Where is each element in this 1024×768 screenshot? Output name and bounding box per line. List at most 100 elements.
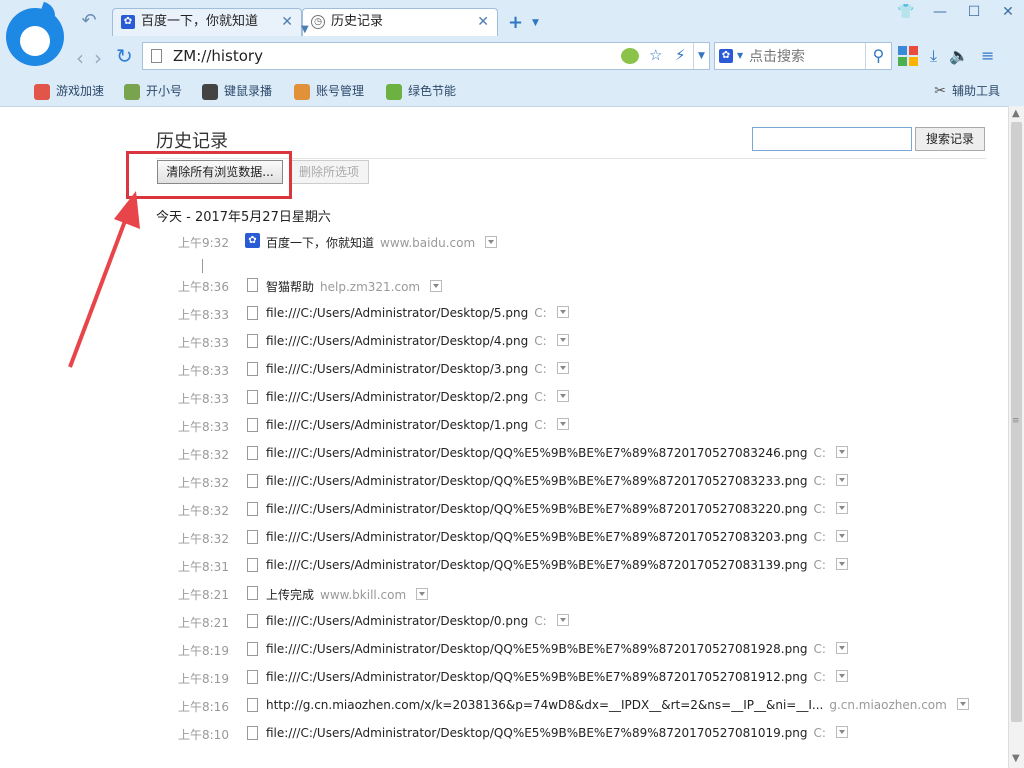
row-menu-dropdown-icon[interactable] [556,614,569,626]
page-title-text[interactable]: file:///C:/Users/Administrator/Desktop/Q… [266,726,807,740]
download-icon[interactable]: ⤓ [930,46,937,66]
history-link[interactable]: file:///C:/Users/Administrator/Desktop/Q… [266,642,848,656]
row-menu-dropdown-icon[interactable] [835,474,848,486]
history-link[interactable]: file:///C:/Users/Administrator/Desktop/1… [266,418,569,432]
history-row: 上午8:33 file:///C:/Users/Administrator/Des… [0,303,1000,325]
search-input[interactable] [749,46,859,66]
address-bar[interactable]: ZM://history ☆ ⚡ ▼ [142,42,710,70]
page-icon [247,530,258,544]
page-title-text[interactable]: file:///C:/Users/Administrator/Desktop/3… [266,362,528,376]
page-title-text[interactable]: file:///C:/Users/Administrator/Desktop/Q… [266,670,807,684]
history-link[interactable]: file:///C:/Users/Administrator/Desktop/3… [266,362,569,376]
maximize-button[interactable]: ☐ [964,4,984,26]
baidu-paw-icon[interactable]: ✿ [719,49,733,63]
page-title-text[interactable]: http://g.cn.miaozhen.com/x/k=2038136&p=7… [266,698,823,712]
page-title-text[interactable]: file:///C:/Users/Administrator/Desktop/Q… [266,558,807,572]
star-icon[interactable]: ☆ [649,46,662,64]
history-link[interactable]: 智猫帮助 help.zm321.com [266,278,443,295]
close-window-button[interactable]: ✕ [998,4,1018,26]
site-host: C: [813,558,826,572]
bookmark-alt-account[interactable]: 开小号 [124,82,182,100]
chevron-down-icon[interactable]: ▼ [532,18,539,28]
row-menu-dropdown-icon[interactable] [835,642,848,654]
history-link[interactable]: file:///C:/Users/Administrator/Desktop/Q… [266,446,848,460]
page-title-text[interactable]: file:///C:/Users/Administrator/Desktop/2… [266,390,528,404]
chevron-down-icon[interactable]: ▼ [693,43,709,69]
page-title-text[interactable]: file:///C:/Users/Administrator/Desktop/1… [266,418,528,432]
page-title-text[interactable]: file:///C:/Users/Administrator/Desktop/0… [266,614,528,628]
bookmark-game-boost[interactable]: 游戏加速 [34,82,104,100]
search-icon[interactable]: ⚲ [865,43,891,69]
skin-icon[interactable]: 👕 [896,4,916,26]
history-row: 上午9:32 ✿ 百度一下，你就知道 www.baidu.com [0,231,1000,253]
visit-time: 上午8:31 [178,560,229,574]
apps-icon[interactable] [898,46,918,66]
page-title-text[interactable]: file:///C:/Users/Administrator/Desktop/Q… [266,642,807,656]
row-menu-dropdown-icon[interactable] [556,334,569,346]
new-tab-button[interactable]: + [508,12,523,33]
page-title-text[interactable]: 智猫帮助 [266,280,314,294]
row-menu-dropdown-icon[interactable] [556,362,569,374]
history-link[interactable]: file:///C:/Users/Administrator/Desktop/Q… [266,530,848,544]
page-title-text[interactable]: file:///C:/Users/Administrator/Desktop/Q… [266,474,807,488]
row-menu-dropdown-icon[interactable] [556,306,569,318]
history-link[interactable]: 百度一下，你就知道 www.baidu.com [266,234,498,251]
page-title-text[interactable]: file:///C:/Users/Administrator/Desktop/4… [266,334,528,348]
bookmark-macro-recorder[interactable]: 键鼠录播 [202,82,272,100]
scroll-up-icon[interactable]: ▲ [1012,108,1020,119]
row-menu-dropdown-icon[interactable] [485,236,498,248]
history-link[interactable]: file:///C:/Users/Administrator/Desktop/2… [266,390,569,404]
bookmark-account-manager[interactable]: 账号管理 [294,82,364,100]
row-menu-dropdown-icon[interactable] [835,530,848,542]
delete-selected-button[interactable]: 删除所选项 [289,160,369,184]
chevron-down-icon[interactable]: ▼ [737,51,743,60]
row-menu-dropdown-icon[interactable] [835,502,848,514]
row-menu-dropdown-icon[interactable] [956,698,969,710]
row-menu-dropdown-icon[interactable] [835,670,848,682]
undo-close-tab-icon[interactable]: ↶ [78,10,100,32]
scrollbar[interactable]: ▲ ≡ ▼ [1008,106,1024,768]
history-link[interactable]: 上传完成 www.bkill.com [266,586,429,603]
close-icon[interactable]: ✕ [477,9,489,35]
history-link[interactable]: file:///C:/Users/Administrator/Desktop/0… [266,614,569,628]
history-link[interactable]: file:///C:/Users/Administrator/Desktop/5… [266,306,569,320]
volume-icon[interactable]: 🔈 [949,46,969,66]
page-title-text[interactable]: file:///C:/Users/Administrator/Desktop/Q… [266,502,807,516]
history-link[interactable]: file:///C:/Users/Administrator/Desktop/Q… [266,726,848,740]
close-icon[interactable]: ✕ [281,9,293,35]
history-link[interactable]: file:///C:/Users/Administrator/Desktop/Q… [266,670,848,684]
row-menu-dropdown-icon[interactable] [835,558,848,570]
history-link[interactable]: file:///C:/Users/Administrator/Desktop/4… [266,334,569,348]
row-menu-dropdown-icon[interactable] [416,588,429,600]
row-menu-dropdown-icon[interactable] [835,726,848,738]
page-title-text[interactable]: file:///C:/Users/Administrator/Desktop/Q… [266,446,807,460]
search-history-button[interactable]: 搜索记录 [915,127,985,151]
menu-icon[interactable]: ≡ [981,46,994,66]
page-title-text[interactable]: 百度一下，你就知道 [266,236,374,250]
tab-history[interactable]: ▼ ◷ 历史记录 ✕ [301,8,498,36]
helper-tools-button[interactable]: ✂ 辅助工具 [934,82,1000,99]
back-icon[interactable]: ‹ [76,46,84,70]
scroll-down-icon[interactable]: ▼ [1012,753,1020,764]
page-title-text[interactable]: 上传完成 [266,588,314,602]
row-menu-dropdown-icon[interactable] [430,280,443,292]
bookmark-green-saving[interactable]: 绿色节能 [386,82,456,100]
search-history-input[interactable] [752,127,912,151]
page-title-text[interactable]: file:///C:/Users/Administrator/Desktop/5… [266,306,528,320]
history-link[interactable]: http://g.cn.miaozhen.com/x/k=2038136&p=7… [266,698,969,712]
history-link[interactable]: file:///C:/Users/Administrator/Desktop/Q… [266,502,848,516]
history-link[interactable]: file:///C:/Users/Administrator/Desktop/Q… [266,474,848,488]
row-menu-dropdown-icon[interactable] [556,418,569,430]
address-url[interactable]: ZM://history [173,47,263,65]
minimize-button[interactable]: — [930,4,950,26]
tab-baidu[interactable]: ✿ 百度一下，你就知道 ✕ [112,8,302,36]
row-menu-dropdown-icon[interactable] [835,446,848,458]
lightning-icon[interactable]: ⚡ [675,46,686,64]
row-menu-dropdown-icon[interactable] [556,390,569,402]
page-title-text[interactable]: file:///C:/Users/Administrator/Desktop/Q… [266,530,807,544]
site-host: C: [813,446,826,460]
forward-icon[interactable]: › [94,46,102,70]
refresh-icon[interactable]: ↻ [116,44,133,68]
wechat-icon[interactable] [621,48,639,64]
history-link[interactable]: file:///C:/Users/Administrator/Desktop/Q… [266,558,848,572]
